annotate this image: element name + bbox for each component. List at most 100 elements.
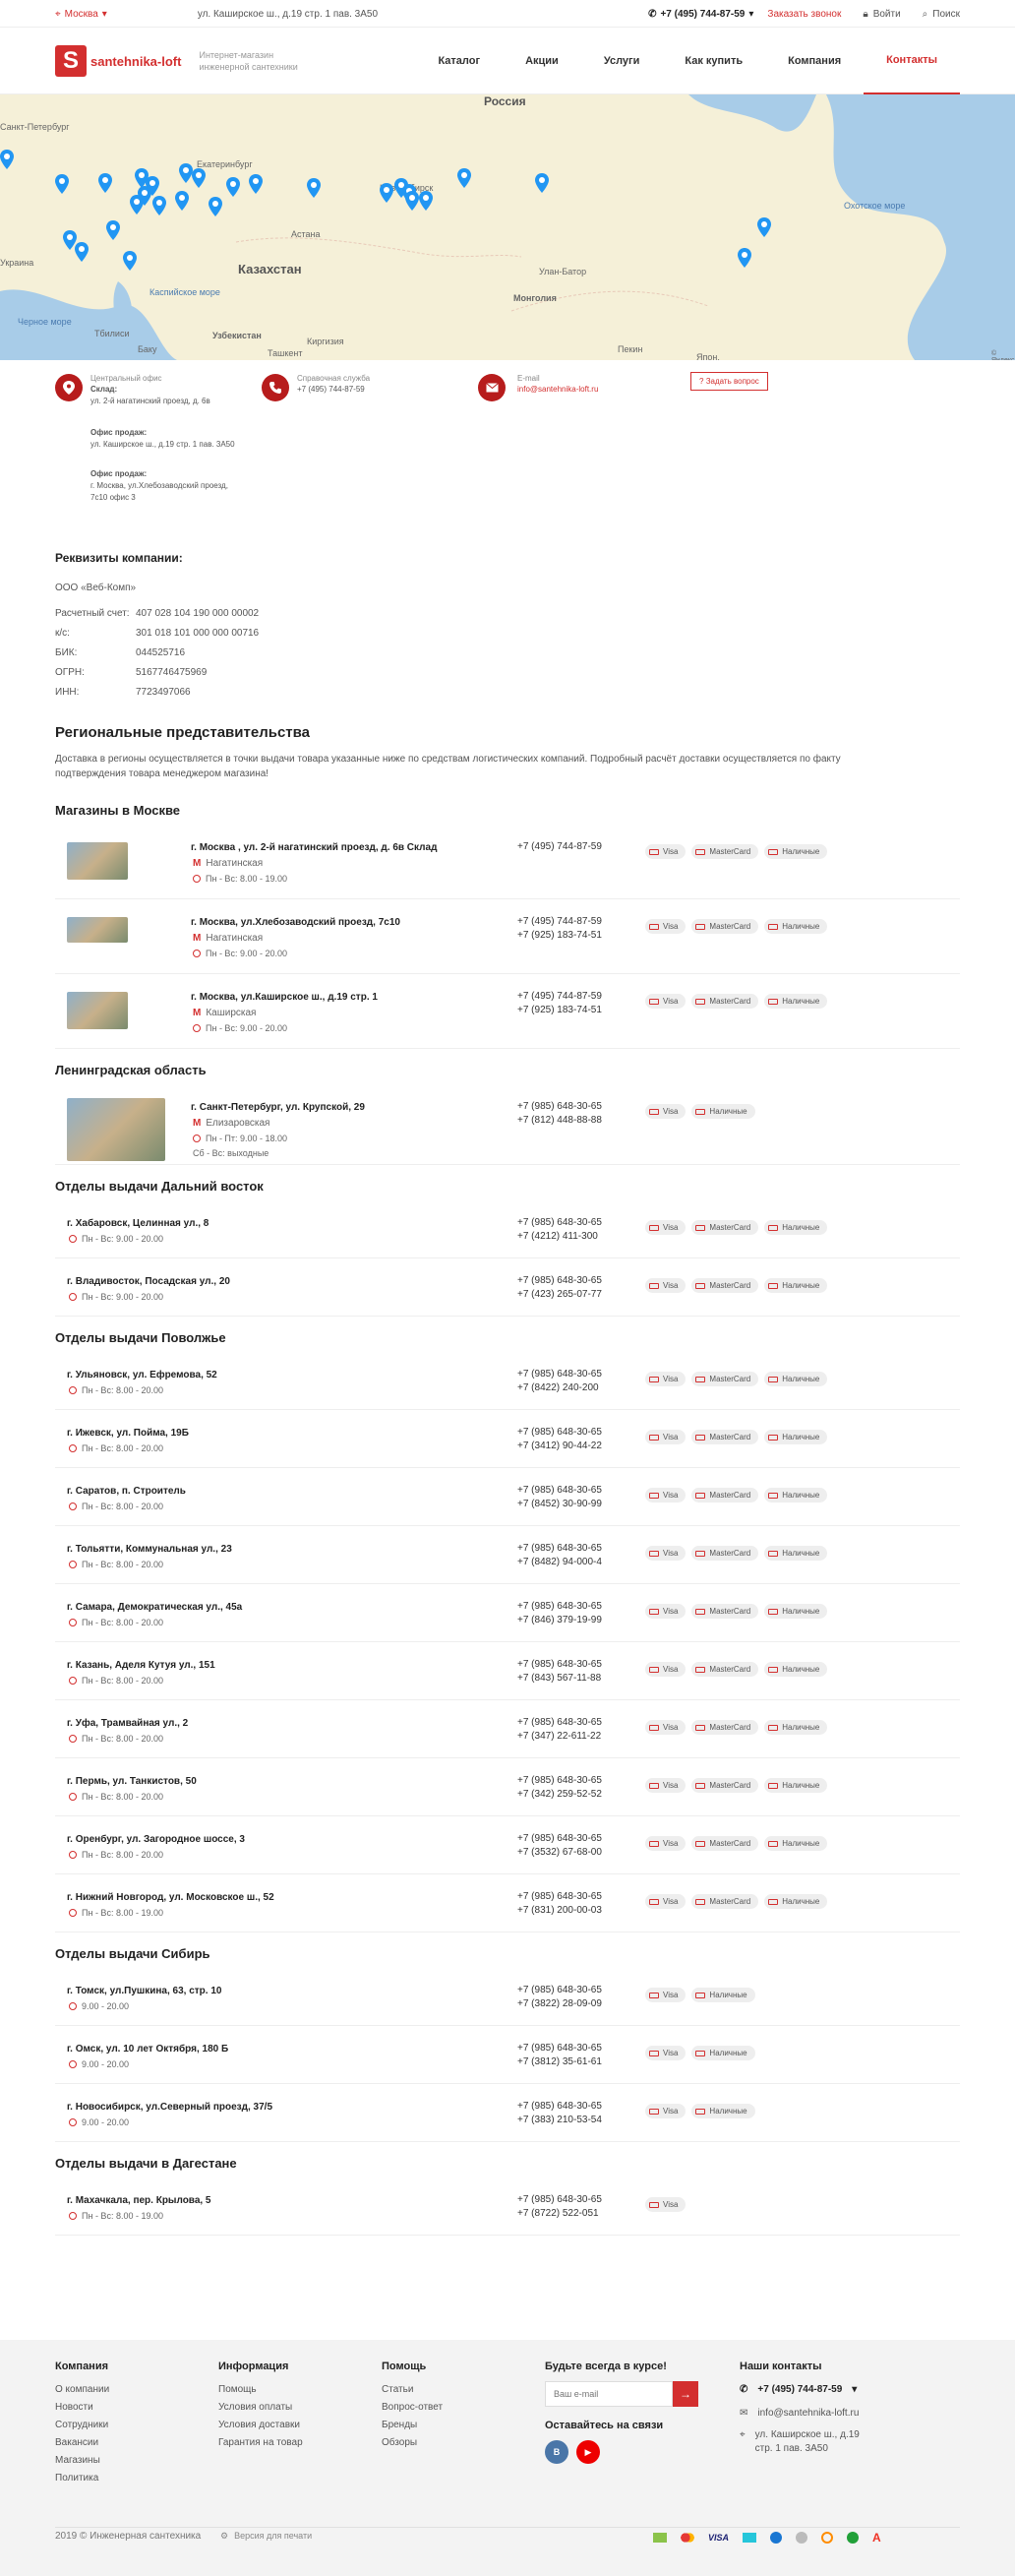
store-phone[interactable]: +7 (3812) 35-61-61 xyxy=(517,2055,602,2069)
footer-link[interactable]: Условия доставки xyxy=(218,2417,303,2434)
map-pin-icon[interactable] xyxy=(179,163,193,183)
youtube-icon[interactable]: ▶ xyxy=(576,2440,600,2464)
nav-promotions[interactable]: Акции xyxy=(503,28,581,94)
footer-link[interactable]: Сотрудники xyxy=(55,2417,109,2434)
footer-link[interactable]: Новости xyxy=(55,2399,109,2417)
city-selector[interactable]: ⌖ Москва ▾ xyxy=(55,9,107,20)
store-phone[interactable]: +7 (8722) 522-051 xyxy=(517,2207,602,2221)
footer-link[interactable]: Гарантия на товар xyxy=(218,2434,303,2452)
footer-phone[interactable]: +7 (495) 744-87-59 xyxy=(757,2381,842,2399)
nav-company[interactable]: Компания xyxy=(765,28,864,94)
logo[interactable]: Ssantehnika-loft xyxy=(55,45,181,77)
store-name[interactable]: г. Махачкала, пер. Крылова, 5 xyxy=(67,2195,211,2206)
store-name[interactable]: г. Оренбург, ул. Загородное шоссе, 3 xyxy=(67,1834,245,1845)
store-name[interactable]: г. Ульяновск, ул. Ефремова, 52 xyxy=(67,1370,217,1380)
store-phone[interactable]: +7 (985) 648-30-65 xyxy=(517,1100,602,1114)
store-phone[interactable]: +7 (925) 183-74-51 xyxy=(517,1004,602,1017)
nav-services[interactable]: Услуги xyxy=(581,28,663,94)
map-pin-icon[interactable] xyxy=(226,177,240,197)
print-version-link[interactable]: ⚙ Версия для печати xyxy=(220,2531,312,2542)
footer-link[interactable]: Вакансии xyxy=(55,2434,109,2452)
map-pin-icon[interactable] xyxy=(457,168,471,188)
help-phone[interactable]: +7 (495) 744-87-59 xyxy=(297,384,365,396)
map-pin-icon[interactable] xyxy=(405,191,419,211)
store-name[interactable]: г. Самара, Демократическая ул., 45а xyxy=(67,1602,242,1613)
map-pin-icon[interactable] xyxy=(535,173,549,193)
store-phone[interactable]: +7 (985) 648-30-65 xyxy=(517,1774,602,1788)
store-phone[interactable]: +7 (985) 648-30-65 xyxy=(517,1832,602,1846)
nav-catalog[interactable]: Каталог xyxy=(415,28,503,94)
store-phone[interactable]: +7 (985) 648-30-65 xyxy=(517,2100,602,2114)
stores-map[interactable]: Россия Казахстан Монголия Охотское море … xyxy=(0,94,1015,360)
store-phone[interactable]: +7 (846) 379-19-99 xyxy=(517,1614,602,1627)
store-phone[interactable]: +7 (985) 648-30-65 xyxy=(517,1716,602,1730)
footer-link[interactable]: Помощь xyxy=(218,2381,303,2399)
store-name[interactable]: г. Москва , ул. 2-й нагатинский проезд, … xyxy=(191,842,437,853)
store-name[interactable]: г. Новосибирск, ул.Северный проезд, 37/5 xyxy=(67,2102,272,2113)
store-name[interactable]: г. Уфа, Трамвайная ул., 2 xyxy=(67,1718,188,1729)
store-phone[interactable]: +7 (985) 648-30-65 xyxy=(517,1600,602,1614)
map-pin-icon[interactable] xyxy=(380,183,393,203)
store-phone[interactable]: +7 (843) 567-11-88 xyxy=(517,1672,602,1686)
store-phone[interactable]: +7 (985) 648-30-65 xyxy=(517,1984,602,1997)
map-pin-icon[interactable] xyxy=(419,191,433,211)
map-pin-icon[interactable] xyxy=(123,251,137,271)
footer-link[interactable]: Политика xyxy=(55,2470,109,2487)
store-phone[interactable]: +7 (3532) 67-68-00 xyxy=(517,1846,602,1860)
store-phone[interactable]: +7 (8482) 94-000-4 xyxy=(517,1556,602,1569)
store-phone[interactable]: +7 (8452) 30-90-99 xyxy=(517,1498,602,1511)
map-pin-icon[interactable] xyxy=(63,230,77,250)
map-pin-icon[interactable] xyxy=(175,191,189,211)
store-phone[interactable]: +7 (985) 648-30-65 xyxy=(517,1658,602,1672)
map-pin-icon[interactable] xyxy=(152,196,166,215)
store-phone[interactable]: +7 (985) 648-30-65 xyxy=(517,1890,602,1904)
store-phone[interactable]: +7 (985) 648-30-65 xyxy=(517,2042,602,2055)
nav-how-to-buy[interactable]: Как купить xyxy=(662,28,765,94)
store-phone[interactable]: +7 (342) 259-52-52 xyxy=(517,1788,602,1802)
store-phone[interactable]: +7 (495) 744-87-59 xyxy=(517,840,602,854)
map-pin-icon[interactable] xyxy=(130,195,144,215)
map-pin-icon[interactable] xyxy=(757,217,771,237)
login-link[interactable]: 🔒︎ Войти xyxy=(863,9,900,20)
store-phone[interactable]: +7 (495) 744-87-59 xyxy=(517,990,602,1004)
store-name[interactable]: г. Москва, ул.Каширское ш., д.19 стр. 1 xyxy=(191,992,378,1003)
store-name[interactable]: г. Владивосток, Посадская ул., 20 xyxy=(67,1276,230,1287)
email-link[interactable]: info@santehnika-loft.ru xyxy=(517,384,598,396)
store-phone[interactable]: +7 (985) 648-30-65 xyxy=(517,1542,602,1556)
store-phone[interactable]: +7 (383) 210-53-54 xyxy=(517,2114,602,2127)
map-pin-icon[interactable] xyxy=(209,197,222,216)
map-pin-icon[interactable] xyxy=(106,220,120,240)
map-pin-icon[interactable] xyxy=(0,150,14,169)
top-phone[interactable]: ✆ +7 (495) 744-87-59 ▾ xyxy=(648,9,753,20)
vk-icon[interactable]: В xyxy=(545,2440,568,2464)
map-pin-icon[interactable] xyxy=(75,242,89,262)
map-pin-icon[interactable] xyxy=(192,168,206,188)
subscribe-button[interactable]: → xyxy=(673,2381,698,2407)
ask-question-button[interactable]: ? Задать вопрос xyxy=(690,372,768,391)
footer-link[interactable]: Условия оплаты xyxy=(218,2399,303,2417)
store-name[interactable]: г. Ижевск, ул. Пойма, 19Б xyxy=(67,1428,189,1439)
map-pin-icon[interactable] xyxy=(738,248,751,268)
store-phone[interactable]: +7 (925) 183-74-51 xyxy=(517,929,602,943)
footer-link[interactable]: Вопрос-ответ xyxy=(382,2399,443,2417)
store-name[interactable]: г. Омск, ул. 10 лет Октября, 180 Б xyxy=(67,2044,228,2055)
footer-link[interactable]: Бренды xyxy=(382,2417,443,2434)
store-phone[interactable]: +7 (4212) 411-300 xyxy=(517,1230,602,1244)
callback-link[interactable]: Заказать звонок xyxy=(767,9,841,20)
map-pin-icon[interactable] xyxy=(307,178,321,198)
store-name[interactable]: г. Москва, ул.Хлебозаводский проезд, 7с1… xyxy=(191,917,400,928)
map-pin-icon[interactable] xyxy=(55,174,69,194)
store-name[interactable]: г. Хабаровск, Целинная ул., 8 xyxy=(67,1218,209,1229)
store-name[interactable]: г. Санкт-Петербург, ул. Крупской, 29 xyxy=(191,1102,365,1113)
store-name[interactable]: г. Саратов, п. Строитель xyxy=(67,1486,186,1497)
store-phone[interactable]: +7 (812) 448-88-88 xyxy=(517,1114,602,1128)
search-link[interactable]: ⌕ Поиск xyxy=(923,9,960,20)
store-phone[interactable]: +7 (985) 648-30-65 xyxy=(517,1426,602,1440)
store-phone[interactable]: +7 (495) 744-87-59 xyxy=(517,915,602,929)
store-phone[interactable]: +7 (985) 648-30-65 xyxy=(517,1274,602,1288)
store-name[interactable]: г. Тольятти, Коммунальная ул., 23 xyxy=(67,1544,232,1555)
store-name[interactable]: г. Казань, Аделя Кутуя ул., 151 xyxy=(67,1660,215,1671)
store-phone[interactable]: +7 (985) 648-30-65 xyxy=(517,1216,602,1230)
store-name[interactable]: г. Томск, ул.Пушкина, 63, стр. 10 xyxy=(67,1986,221,1996)
footer-link[interactable]: Обзоры xyxy=(382,2434,443,2452)
